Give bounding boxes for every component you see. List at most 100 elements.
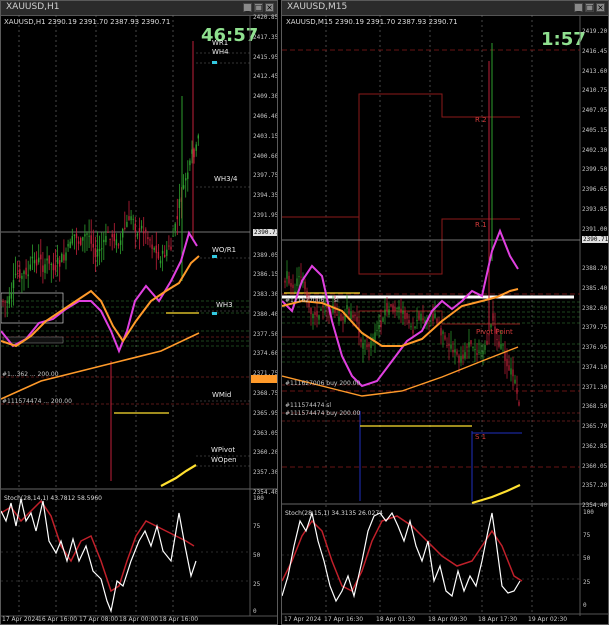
price-tick: 2374.60 <box>253 350 278 358</box>
candle-body <box>300 276 302 278</box>
order-label[interactable]: #111574474 ... 200.00 <box>2 398 72 405</box>
ma-long-line <box>282 346 519 397</box>
candle-body <box>414 326 416 329</box>
candle-body <box>508 365 510 371</box>
level-label: WR1 <box>212 39 229 47</box>
candle-body <box>140 225 143 229</box>
candle-body <box>33 260 36 264</box>
candle-body <box>444 335 446 340</box>
price-chart-m15[interactable] <box>282 1 609 625</box>
candle-body <box>290 282 292 287</box>
level-label: WH4 <box>212 48 229 56</box>
price-tick: 2382.60 <box>582 304 608 312</box>
candle-body <box>502 344 504 346</box>
candle-body <box>86 233 88 235</box>
candle-body <box>312 313 314 319</box>
price-tick: 2376.95 <box>582 344 608 351</box>
chart-window-h1[interactable]: XAUUSD,H1 _ □ × XAUUSD,H1 2390.19 2391.7… <box>0 0 278 625</box>
candle-body <box>147 237 149 240</box>
order-label[interactable]: #111574474 sl <box>285 402 331 409</box>
level-marker <box>212 61 217 64</box>
candle-body <box>404 311 406 320</box>
price-tick: 2389.05 <box>253 251 278 259</box>
level-label: WPivot <box>211 446 236 454</box>
candle-body <box>394 306 396 311</box>
candle-body <box>478 352 480 354</box>
time-axis-label: 18 Apr 01:30 <box>376 616 416 623</box>
candle-body <box>436 318 438 324</box>
price-tick: 2406.40 <box>253 112 278 120</box>
price-chart-h1[interactable] <box>1 1 278 625</box>
candle-body <box>498 341 500 347</box>
candle-body <box>98 249 101 252</box>
candle-body <box>434 313 436 318</box>
pivot-level-label: R 1 <box>475 221 487 229</box>
candle-body <box>73 234 76 236</box>
candle-body <box>6 301 8 303</box>
candle-body <box>21 275 23 279</box>
candle-body <box>468 342 470 348</box>
candle-body <box>40 254 42 260</box>
candle-body <box>71 236 73 244</box>
order-label[interactable]: #1...362 ... 200.00 <box>2 371 59 378</box>
candle-body <box>161 251 164 254</box>
candle-body <box>82 237 84 241</box>
candle-body <box>298 276 300 278</box>
candle-body <box>516 387 518 394</box>
candle-body <box>65 252 67 261</box>
yellow-trend <box>160 464 197 487</box>
candle-body <box>12 280 15 289</box>
candle-body <box>105 235 107 243</box>
pivot-level-label: S 1 <box>475 433 487 441</box>
ma-fast-line <box>282 228 519 388</box>
candle-body <box>52 263 55 271</box>
candle-body <box>88 235 90 237</box>
price-tick: 2357.20 <box>582 482 608 490</box>
level-marker <box>212 312 217 315</box>
candle-body <box>111 234 113 238</box>
order-label[interactable]: #111574474 buy 200.00 <box>285 410 360 417</box>
candle-body <box>292 284 294 289</box>
time-axis-label: 18 Apr 00:00 <box>119 616 159 623</box>
stoch-tick: 0 <box>253 608 257 615</box>
candle-body <box>10 292 13 299</box>
candle-body <box>454 349 456 353</box>
candle-body <box>191 149 193 154</box>
stoch-tick: 100 <box>253 495 264 502</box>
candle-body <box>197 135 199 139</box>
candle-body <box>168 245 170 247</box>
candle-body <box>456 351 458 355</box>
candle-body <box>452 349 454 353</box>
candle-body <box>54 265 57 271</box>
price-tick: 2397.75 <box>253 172 278 180</box>
candle-body <box>492 313 494 321</box>
price-tick: 2368.75 <box>253 390 278 398</box>
candle-body <box>23 271 25 274</box>
level-marker <box>212 255 217 258</box>
price-tick: 2409.30 <box>253 93 278 101</box>
candle-body <box>63 254 65 261</box>
price-tick: 2362.85 <box>582 442 608 450</box>
price-tick: 2400.60 <box>253 152 278 160</box>
candle-body <box>94 248 97 258</box>
candle-body <box>172 235 174 237</box>
candle-body <box>151 244 153 249</box>
candle-body <box>504 353 506 361</box>
order-label[interactable]: #111627006 buy 200.00 <box>285 380 360 387</box>
price-tick: 2402.30 <box>582 146 608 154</box>
candle-body <box>48 255 50 264</box>
candle-body <box>412 330 414 334</box>
candle-body <box>402 310 404 315</box>
price-tick: 2386.15 <box>253 271 278 279</box>
candle-body <box>376 329 378 331</box>
candle-body <box>187 172 189 179</box>
candle-body <box>490 324 492 328</box>
order-label[interactable]: #111627006 ... sl <box>285 297 339 304</box>
price-tick: 2363.05 <box>253 429 278 437</box>
stoch-tick: 75 <box>253 523 261 530</box>
candle-body <box>103 239 105 243</box>
stoch-tick: 0 <box>583 602 587 609</box>
candle-body <box>288 275 290 284</box>
chart-window-m15[interactable]: XAUUSD,M15 _ □ × XAUUSD,M15 2390.19 2391… <box>281 0 609 625</box>
candle-body <box>362 343 364 349</box>
